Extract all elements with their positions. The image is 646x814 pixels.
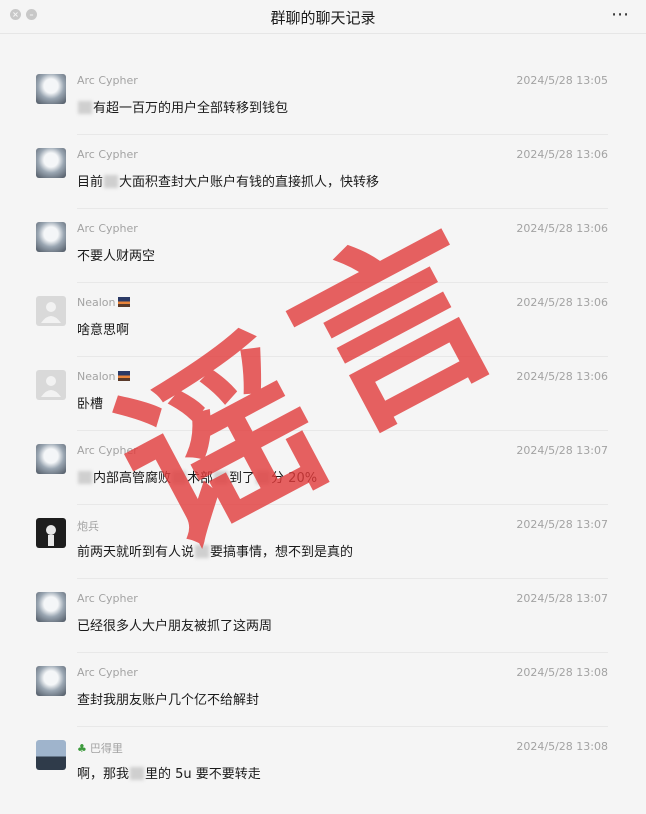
sender-name[interactable]: Arc Cypher: [77, 222, 138, 235]
timestamp: 2024/5/28 13:05: [516, 74, 608, 87]
sender-name[interactable]: Nealon: [77, 370, 130, 383]
sunset-emoji-icon: [117, 371, 130, 381]
timestamp: 2024/5/28 13:08: [516, 740, 608, 753]
message-text: 有超一百万的用户全部转移到钱包: [77, 97, 288, 116]
sender-name[interactable]: Arc Cypher: [77, 444, 138, 457]
chat-message: Arc Cypher 2024/5/28 13:08 查封我朋友账户几个亿不给解…: [0, 666, 646, 740]
message-text: 已经很多人大户朋友被抓了这两周: [77, 619, 273, 634]
redacted-block: [130, 767, 145, 780]
redacted-block: [256, 471, 271, 484]
redacted-block: [78, 471, 92, 484]
timestamp: 2024/5/28 13:07: [516, 444, 608, 457]
default-user-icon: [41, 302, 61, 323]
redacted-block: [104, 175, 119, 188]
soldier-avatar-icon: [46, 525, 56, 546]
timestamp: 2024/5/28 13:06: [516, 148, 608, 161]
sender-name[interactable]: Nealon: [77, 296, 130, 309]
title-bar: × – 群聊的聊天记录 ⋯: [0, 0, 646, 34]
clover-emoji-icon: ♣: [77, 742, 87, 755]
avatar[interactable]: [36, 740, 66, 770]
message-text: 啊，那我 里的 5u 要不要转走: [77, 767, 261, 782]
timestamp: 2024/5/28 13:06: [516, 222, 608, 235]
window-title: 群聊的聊天记录: [270, 9, 376, 27]
divider: [77, 134, 608, 135]
divider: [77, 356, 608, 357]
divider: [77, 652, 608, 653]
default-user-icon: [41, 376, 61, 397]
chat-message: Arc Cypher 2024/5/28 13:06 目前 大面积查封大户账户有钱…: [0, 148, 646, 222]
avatar[interactable]: [36, 148, 66, 178]
timestamp: 2024/5/28 13:07: [516, 518, 608, 531]
redacted-block: [195, 545, 210, 558]
chat-message: 炮兵 2024/5/28 13:07 前两天就听到有人说 要搞事情，想不到是真的: [0, 518, 646, 592]
sunset-emoji-icon: [117, 297, 130, 307]
message-text: 啥意思啊: [77, 323, 130, 338]
redacted-block: [172, 471, 187, 484]
divider: [77, 430, 608, 431]
avatar[interactable]: [36, 592, 66, 622]
chat-message: Nealon 2024/5/28 13:06 卧槽: [0, 370, 646, 444]
divider: [77, 504, 608, 505]
chat-message: Arc Cypher 2024/5/28 13:05 有超一百万的用户全部转移到…: [0, 74, 646, 148]
message-text: 目前 大面积查封大户账户有钱的直接抓人，快转移: [77, 175, 380, 190]
sender-name[interactable]: Arc Cypher: [77, 592, 138, 605]
avatar[interactable]: [36, 222, 66, 252]
chat-message: Arc Cypher 2024/5/28 13:07 已经很多人大户朋友被抓了这…: [0, 592, 646, 666]
avatar[interactable]: [36, 518, 66, 548]
avatar[interactable]: [36, 74, 66, 104]
chat-message: Nealon 2024/5/28 13:06 啥意思啊: [0, 296, 646, 370]
timestamp: 2024/5/28 13:06: [516, 296, 608, 309]
avatar[interactable]: [36, 444, 66, 474]
redacted-block: [78, 101, 92, 114]
message-text: 卧槽: [77, 397, 104, 412]
message-text: 内部高管腐败 术部 到了分 20%: [77, 467, 317, 486]
sender-name[interactable]: Arc Cypher: [77, 666, 138, 679]
divider: [77, 726, 608, 727]
chat-message: Arc Cypher 2024/5/28 13:06 不要人财两空: [0, 222, 646, 296]
timestamp: 2024/5/28 13:08: [516, 666, 608, 679]
avatar[interactable]: [36, 296, 66, 326]
divider: [77, 208, 608, 209]
message-text: 前两天就听到有人说 要搞事情，想不到是真的: [77, 545, 354, 560]
redacted-block: [214, 471, 229, 484]
divider: [77, 282, 608, 283]
sender-name[interactable]: Arc Cypher: [77, 148, 138, 161]
avatar[interactable]: [36, 666, 66, 696]
timestamp: 2024/5/28 13:07: [516, 592, 608, 605]
chat-message: ♣ 巴得里 2024/5/28 13:08 啊，那我 里的 5u 要不要转走: [0, 740, 646, 814]
divider: [77, 578, 608, 579]
chat-message: Arc Cypher 2024/5/28 13:07 内部高管腐败 术部 到了分 2…: [0, 444, 646, 518]
message-text: 查封我朋友账户几个亿不给解封: [77, 693, 260, 708]
sender-name[interactable]: ♣ 巴得里: [77, 740, 123, 756]
message-text: 不要人财两空: [77, 249, 156, 264]
timestamp: 2024/5/28 13:06: [516, 370, 608, 383]
avatar[interactable]: [36, 370, 66, 400]
sender-name[interactable]: 炮兵: [77, 518, 99, 534]
more-options-icon[interactable]: ⋯: [611, 4, 630, 25]
sender-name[interactable]: Arc Cypher: [77, 74, 138, 87]
